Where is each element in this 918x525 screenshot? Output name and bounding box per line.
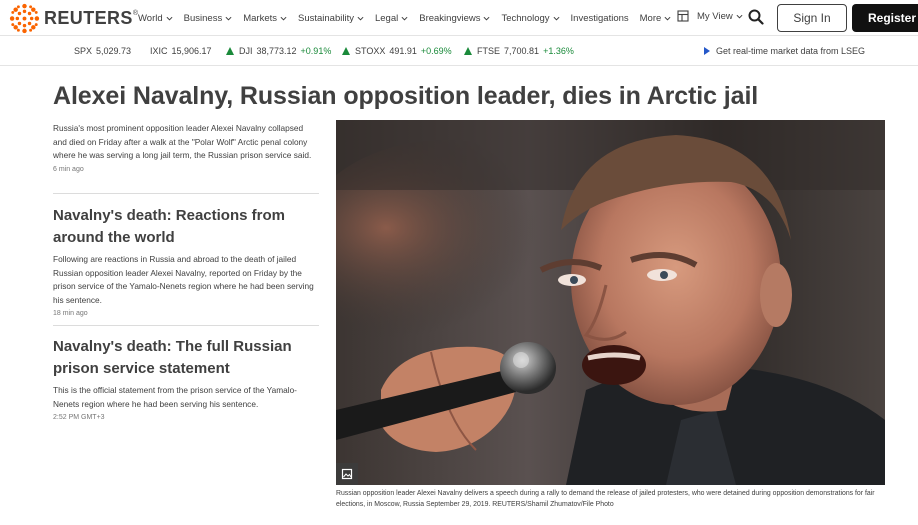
top-navigation: REUTERS® World Business Markets Sustaina… — [0, 0, 918, 36]
story-divider — [53, 193, 319, 194]
main-menu: World Business Markets Sustainability Le… — [138, 0, 682, 36]
up-arrow-icon — [226, 47, 234, 55]
ticker-spx[interactable]: SPX 5,029.73 — [74, 46, 131, 56]
nav-item-technology[interactable]: Technology — [501, 12, 560, 24]
ticker-symbol: IXIC — [150, 46, 168, 56]
ticker-change: +0.91% — [300, 46, 332, 56]
story-timestamp: 18 min ago — [53, 310, 88, 317]
nav-item-business[interactable]: Business — [184, 13, 233, 24]
ticker-change: +0.69% — [420, 46, 452, 56]
play-arrow-icon — [704, 47, 710, 55]
lseg-market-data-link[interactable]: Get real-time market data from LSEG — [704, 46, 865, 56]
story-summary: Russia's most prominent opposition leade… — [53, 123, 312, 160]
chevron-down-icon — [166, 16, 173, 21]
chevron-down-icon — [553, 16, 560, 21]
lead-story[interactable]: Russia's most prominent opposition leade… — [53, 122, 319, 173]
story-summary: Following are reactions in Russia and ab… — [53, 254, 314, 305]
ticker-symbol: STOXX — [355, 46, 386, 56]
story-statement[interactable]: Navalny's death: The full Russian prison… — [53, 336, 319, 421]
ticker-symbol: DJI — [239, 46, 253, 56]
nav-item-breakingviews[interactable]: Breakingviews — [419, 13, 490, 24]
register-button[interactable]: Register — [852, 4, 918, 32]
story-reactions[interactable]: Navalny's death: Reactions from around t… — [53, 205, 319, 317]
story-timestamp: 2:52 PM GMT+3 — [53, 414, 105, 421]
nav-item-label: Markets — [243, 12, 277, 24]
nav-item-markets[interactable]: Markets — [243, 13, 287, 24]
nav-item-world[interactable]: World — [138, 13, 173, 24]
chevron-down-icon — [664, 16, 671, 21]
chevron-down-icon — [401, 16, 408, 21]
sign-in-button[interactable]: Sign In — [777, 4, 847, 32]
nav-item-label: Legal — [374, 12, 399, 24]
ticker-change: +1.36% — [543, 46, 574, 56]
ticker-value: 7,700.81 — [504, 46, 540, 56]
my-view-menu[interactable]: My View — [677, 10, 751, 22]
chevron-down-icon — [280, 16, 287, 21]
nav-item-legal[interactable]: Legal — [375, 13, 408, 24]
story-title[interactable]: Navalny's death: The full Russian prison… — [53, 336, 319, 380]
ticker-value: 491.91 — [389, 46, 417, 56]
story-summary: This is the official statement from the … — [53, 385, 297, 409]
story-timestamp: 6 min ago — [53, 165, 84, 173]
story-title[interactable]: Navalny's death: Reactions from around t… — [53, 205, 319, 249]
up-arrow-icon — [464, 47, 472, 55]
nav-item-label: World — [138, 12, 163, 24]
chevron-down-icon — [225, 16, 232, 21]
brand-name: REUTERS® — [44, 8, 139, 28]
ticker-value: 15,906.17 — [171, 46, 212, 56]
nav-item-investigations[interactable]: Investigations — [571, 13, 629, 24]
market-ticker: SPX 5,029.73 IXIC 15,906.17 DJI 38,773.1… — [0, 37, 918, 66]
ticker-symbol: FTSE — [477, 46, 501, 56]
lead-photo[interactable] — [336, 120, 885, 485]
nav-item-sustainability[interactable]: Sustainability — [298, 13, 364, 24]
up-arrow-icon — [342, 47, 350, 55]
nav-item-label: Sustainability — [298, 12, 354, 24]
expand-image-icon[interactable] — [336, 463, 358, 485]
chevron-down-icon — [736, 14, 743, 19]
photo-caption: Russian opposition leader Alexei Navalny… — [336, 490, 875, 508]
nav-item-more[interactable]: More — [640, 13, 672, 24]
nav-item-label: Technology — [501, 12, 550, 24]
ticker-value: 5,029.73 — [96, 46, 132, 56]
nav-item-label: More — [639, 12, 662, 24]
chevron-down-icon — [483, 16, 490, 21]
story-divider — [53, 325, 319, 326]
nav-item-label: Breakingviews — [419, 12, 481, 24]
ticker-stoxx[interactable]: STOXX 491.91 +0.69% — [342, 46, 452, 56]
reuters-logo-icon — [9, 3, 40, 34]
ticker-ftse[interactable]: FTSE 7,700.81 +1.36% — [464, 46, 574, 56]
my-view-label: My View — [697, 10, 733, 22]
search-icon[interactable] — [748, 9, 764, 25]
lseg-link-label: Get real-time market data from LSEG — [716, 46, 866, 56]
reuters-logo[interactable]: REUTERS® — [9, 3, 138, 34]
page-headline[interactable]: Alexei Navalny, Russian opposition leade… — [53, 82, 758, 111]
ticker-ixic[interactable]: IXIC 15,906.17 — [150, 46, 212, 56]
nav-item-label: Business — [183, 12, 223, 24]
navalny-speaking-photo — [336, 120, 885, 485]
ticker-dji[interactable]: DJI 38,773.12 +0.91% — [226, 46, 331, 56]
nav-item-label: Investigations — [570, 12, 629, 24]
ticker-value: 38,773.12 — [256, 46, 297, 56]
image-gallery-icon — [341, 468, 353, 480]
my-view-icon — [677, 10, 689, 22]
ticker-symbol: SPX — [74, 46, 93, 56]
chevron-down-icon — [357, 16, 364, 21]
